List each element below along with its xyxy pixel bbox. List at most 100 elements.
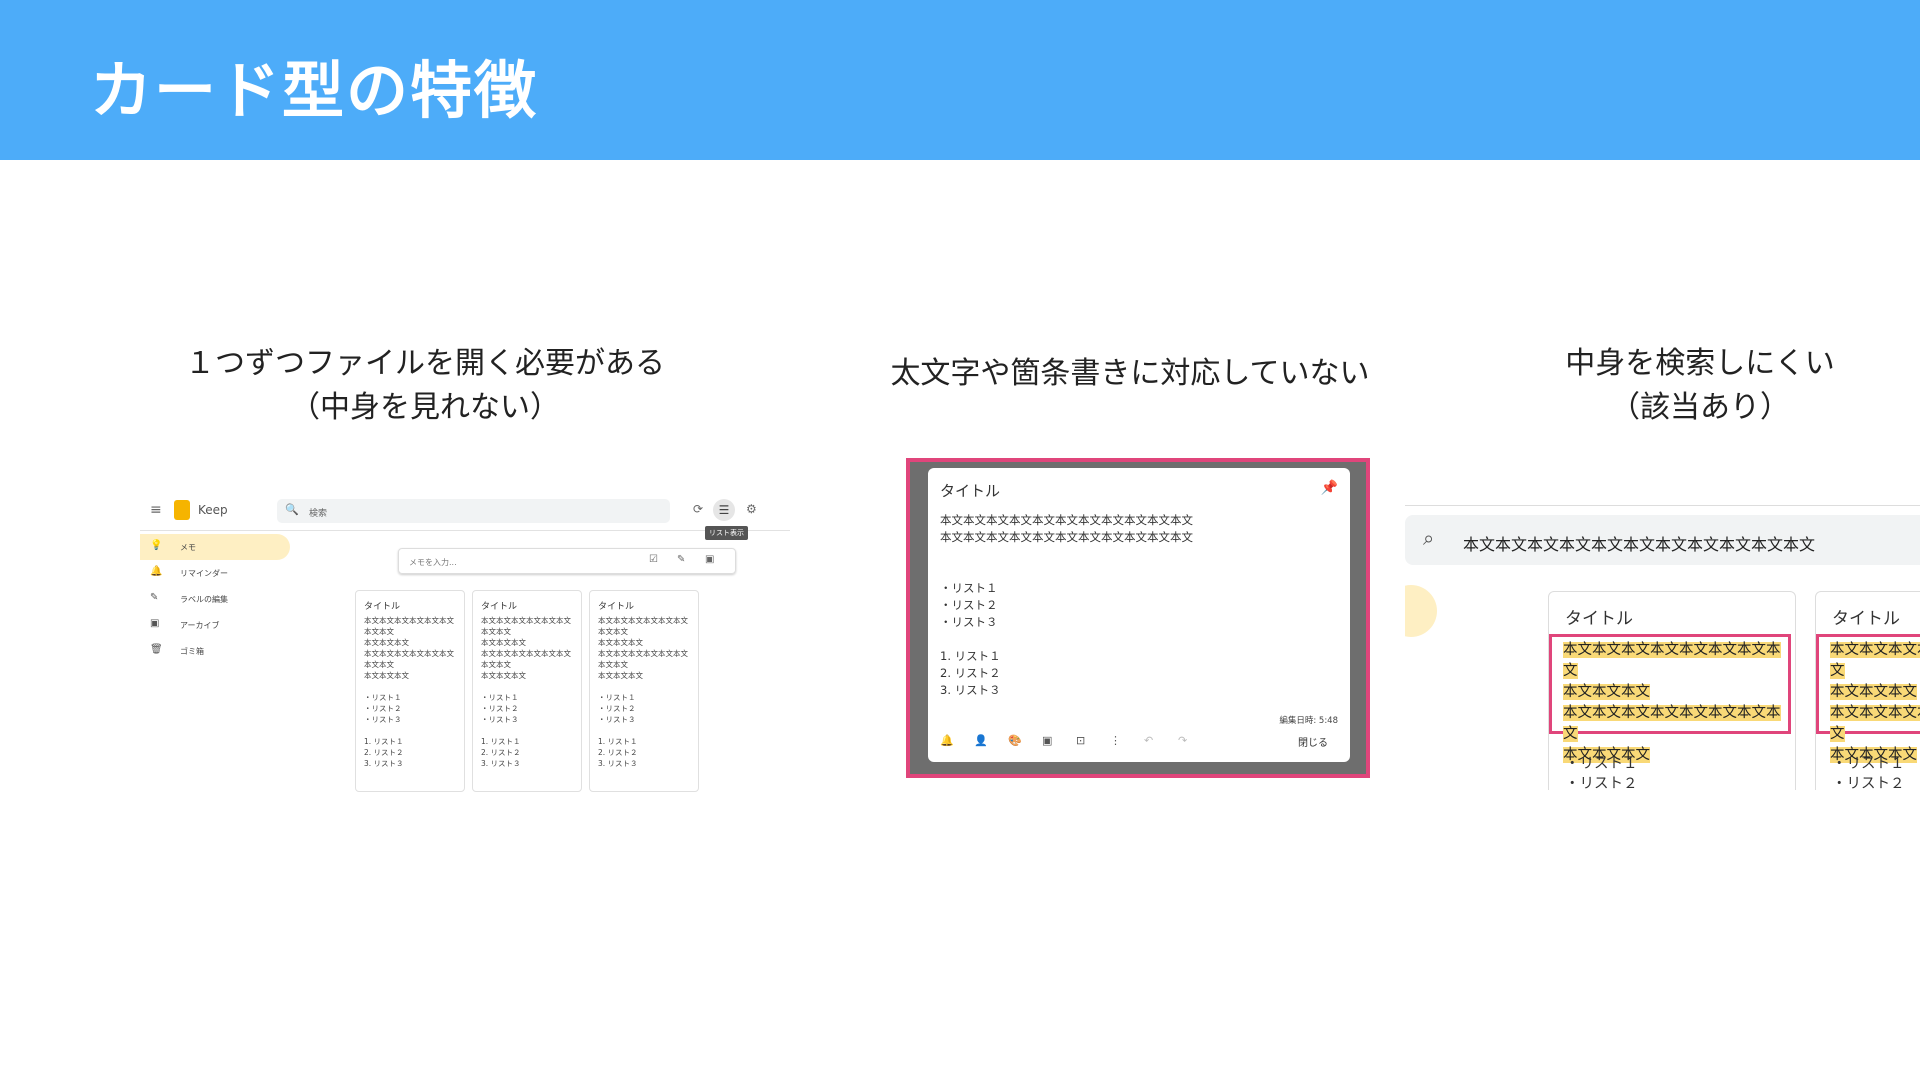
sidebar-item[interactable]: 🔔 リマインダー [140,560,290,586]
image-icon[interactable]: ▣ [705,554,714,565]
note-line [481,725,577,736]
note-line: 3. リスト３ [598,759,638,768]
note-line: 本文本文本文本文本文本文本文本文 [481,616,571,636]
note-body[interactable]: 本文本文本文本文本文本文本文本文本文本文本文 本文本文本文本文本文本文本文本文本文… [940,512,1340,699]
note-line: ・リスト３ [940,615,998,629]
edited-time: 編集日時: 5:48 [1279,716,1338,726]
archive-icon[interactable]: ⊡ [1076,734,1085,747]
note-line: ・リスト３ [481,715,519,724]
undo-icon[interactable]: ↶ [1144,734,1153,747]
caption-line: （該当あり） [1610,390,1790,425]
sidebar-item[interactable]: ✎ ラベルの編集 [140,586,290,612]
note-line: 2. リスト２ [940,666,1001,680]
note-line: ・リスト３ [364,715,402,724]
close-button[interactable]: 閉じる [1298,734,1328,749]
list-item: ・リスト２ [1565,776,1638,790]
note-line: ・リスト２ [481,704,519,713]
search-icon: 🔍 [285,503,299,516]
note-card[interactable]: タイトル 本文本文本文本文本文本文本文本文 本文本文本文 本文本文本文本文本文本文本文… [472,590,582,792]
list-view-icon[interactable]: ☰ [713,499,735,521]
pencil-icon: ✎ [150,592,159,603]
note-line: ・リスト１ [481,693,519,702]
search-placeholder: 検索 [309,509,328,519]
note-line: 2. リスト２ [598,748,638,757]
note-title: タイトル [598,602,635,612]
note-line: ・リスト３ [598,715,636,724]
search-bar[interactable]: 🔍 検索 [277,499,670,523]
highlighted-text: 本文本文本文本文本文本文本文本文 [1830,642,1920,679]
note-line: 本文本文本文本文本文本文本文本文 [364,616,454,636]
search-screenshot: ⌕ 本文本文本文本文本文本文本文本文本文本文本文 タイトル 本文本文本文本文本文本… [1405,505,1920,790]
search-result-card[interactable]: タイトル本文本文本文本文本文本文本文本文本文本文本文本文本文本文本文本文本文本文… [1815,591,1920,790]
keep-screenshot: ≡ Keep 🔍 検索 ⟳ ☰ リスト表示 ⚙ 💡 メモ 🔔 リマインダー ✎ ラベルの編… [140,490,790,795]
note-line [364,681,460,692]
note-line: ・リスト１ [598,693,636,702]
note-line [940,631,1340,648]
caption-line: （中身を見れない） [290,390,560,425]
highlighted-text: 本文本文本文 [1830,684,1917,700]
menu-icon[interactable]: ≡ [150,502,162,518]
search-bar[interactable]: ⌕ 本文本文本文本文本文本文本文本文本文本文本文 [1405,515,1920,565]
redo-icon[interactable]: ↷ [1178,734,1187,747]
note-line [598,681,694,692]
more-icon[interactable]: ⋮ [1110,734,1121,747]
note-title: タイトル [1565,609,1633,629]
note-editor: タイトル 📌 本文本文本文本文本文本文本文本文本文本文本文 本文本文本文本文本文本… [928,468,1350,762]
collaborator-icon[interactable]: 👤 [974,734,988,747]
note-line [940,563,1340,580]
keep-toolbar: ≡ Keep 🔍 検索 ⟳ ☰ リスト表示 ⚙ [140,490,790,540]
note-line: 1. リスト１ [598,737,638,746]
note-card[interactable]: タイトル 本文本文本文本文本文本文本文本文 本文本文本文 本文本文本文本文本文本文本文… [355,590,465,792]
note-line [481,681,577,692]
search-result-card[interactable]: タイトル本文本文本文本文本文本文本文本文本文本文本文本文本文本文本文本文本文本文… [1548,591,1796,790]
highlighted-text: 本文本文本文本文本文本文本文本文 [1563,642,1781,679]
take-note-input[interactable]: メモを入力... ☑ ✎ ▣ [398,548,736,574]
note-line: 本文本文本文 [364,671,409,680]
matched-text: 本文本文本文本文本文本文本文本文本文本文本文本文本文本文本文本文本文本文本文本文… [1563,640,1783,766]
palette-icon[interactable]: 🎨 [1008,734,1022,747]
sidebar-item[interactable]: 💡 メモ [140,534,290,560]
list-item: ・リスト１ [1832,756,1905,772]
slide-title: カード型の特徴 [90,54,539,127]
highlighted-text: 本文本文本文 [1563,684,1650,700]
note-line: 本文本文本文 [481,671,526,680]
sidebar-item[interactable]: 🗑 ゴミ箱 [140,638,290,664]
note-line: 本文本文本文本文本文本文本文本文 [481,649,571,669]
highlighted-text: 本文本文本文本文本文本文本文本文 [1563,705,1781,742]
image-icon[interactable]: ▣ [1042,734,1052,747]
checkbox-icon[interactable]: ☑ [649,554,658,565]
gear-icon[interactable]: ⚙ [746,502,757,516]
pin-icon[interactable]: 📌 [1321,480,1338,496]
caption-no-formatting: 太文字や箇条書きに対応していない [890,356,1370,391]
note-line: 3. リスト３ [940,683,1001,697]
note-body: 本文本文本文本文本文本文本文本文 本文本文本文 本文本文本文本文本文本文本文本文 本文… [598,615,694,769]
note-line: 1. リスト１ [364,737,404,746]
note-card[interactable]: タイトル 本文本文本文本文本文本文本文本文 本文本文本文 本文本文本文本文本文本文本文… [589,590,699,792]
note-line: 本文本文本文 [598,638,643,647]
caption-line: 中身を検索しにくい [1565,346,1835,381]
list-item: ・リスト１ [1565,756,1638,772]
refresh-icon[interactable]: ⟳ [693,502,703,516]
sidebar: 💡 メモ 🔔 リマインダー ✎ ラベルの編集 ▣ アーカイブ 🗑 ゴミ箱 [140,534,290,664]
caption-search: 中身を検索しにくい （該当あり） [1520,342,1880,430]
sidebar-item-label: アーカイブ [180,621,220,630]
note-line: 本文本文本文 [481,638,526,647]
note-title: タイトル [1832,609,1900,629]
note-title[interactable]: タイトル [940,480,1000,501]
note-line: ・リスト２ [598,704,636,713]
note-line: 本文本文本文本文本文本文本文本文 [598,616,688,636]
sidebar-item-label: リマインダー [180,569,228,578]
note-line: 本文本文本文本文本文本文本文本文 [598,649,688,669]
search-query[interactable]: 本文本文本文本文本文本文本文本文本文本文本文 [1463,531,1815,555]
reminder-icon[interactable]: 🔔 [940,734,954,747]
note-placeholder: メモを入力... [409,558,457,567]
trash-icon: 🗑 [150,644,163,655]
divider [1405,505,1920,506]
editor-screenshot: タイトル 📌 本文本文本文本文本文本文本文本文本文本文本文 本文本文本文本文本文本… [906,458,1370,778]
sidebar-item[interactable]: ▣ アーカイブ [140,612,290,638]
note-title: タイトル [481,602,518,612]
note-line: 本文本文本文本文本文本文本文本文 [364,649,454,669]
brush-icon[interactable]: ✎ [677,554,685,565]
highlighted-text: 本文本文本文本文本文本文本文本文 [1830,705,1920,742]
caption-line: １つずつファイルを開く必要がある [185,346,665,381]
